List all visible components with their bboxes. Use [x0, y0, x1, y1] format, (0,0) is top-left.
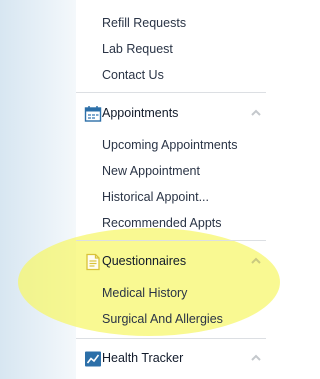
chevron-up-icon[interactable] — [250, 352, 262, 364]
menu-item-refill-requests[interactable]: Refill Requests — [102, 16, 186, 30]
menu-item-lab-request[interactable]: Lab Request — [102, 42, 173, 56]
section-header-questionnaires[interactable]: Questionnaires — [76, 248, 266, 276]
section-header-appointments[interactable]: Appointments — [76, 100, 266, 128]
chevron-up-icon[interactable] — [250, 107, 262, 119]
section-title-health-tracker: Health Tracker — [102, 351, 184, 365]
section-divider — [76, 92, 266, 93]
section-header-health-tracker[interactable]: Health Tracker — [76, 345, 266, 373]
section-divider — [76, 338, 266, 339]
section-title-questionnaires: Questionnaires — [102, 254, 187, 268]
menu-item-surgical-and-allergies[interactable]: Surgical And Allergies — [102, 312, 223, 326]
menu-item-upcoming-appointments[interactable]: Upcoming Appointments — [102, 138, 238, 152]
menu-item-recommended-appts[interactable]: Recommended Appts — [102, 216, 222, 230]
chart-icon — [85, 351, 101, 367]
menu-item-new-appointment[interactable]: New Appointment — [102, 164, 200, 178]
calendar-icon — [84, 106, 102, 122]
document-icon — [86, 253, 100, 271]
chevron-up-icon[interactable] — [250, 255, 262, 267]
menu-item-historical-appointments[interactable]: Historical Appoint... — [102, 190, 209, 204]
section-title-appointments: Appointments — [102, 106, 179, 120]
menu-item-contact-us[interactable]: Contact Us — [102, 68, 164, 82]
menu-item-medical-history[interactable]: Medical History — [102, 286, 187, 300]
section-divider — [76, 240, 266, 241]
